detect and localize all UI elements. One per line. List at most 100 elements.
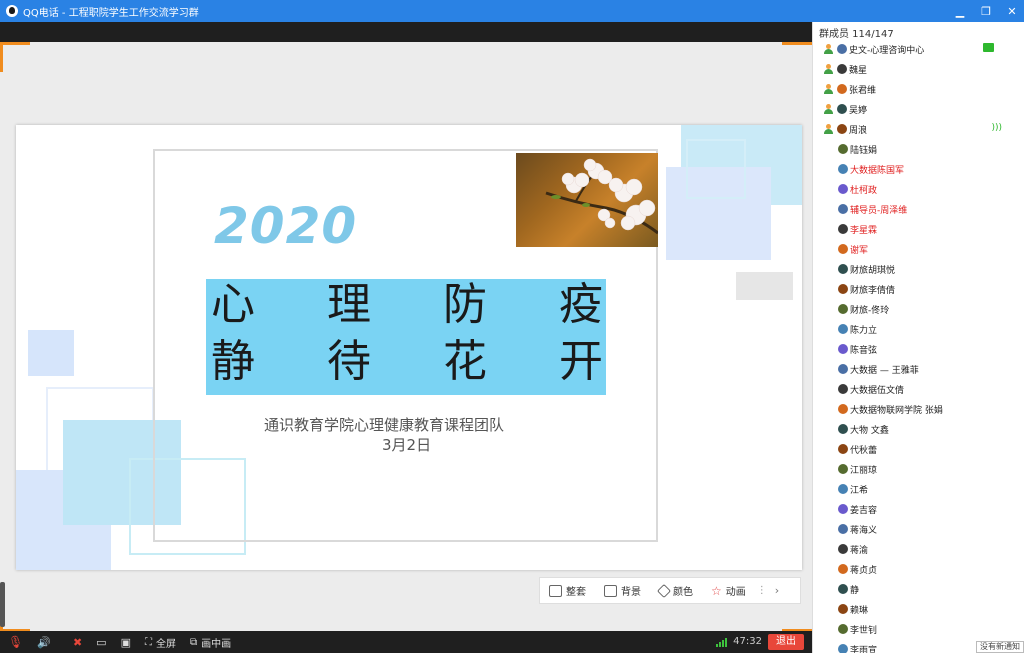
speaker-button[interactable]: 🔊 xyxy=(37,636,51,649)
side-scroll-handle[interactable] xyxy=(0,582,5,627)
member-count: 群成员 114/147 xyxy=(819,29,894,40)
animation-label: 动画 xyxy=(725,587,746,598)
member-list: 史文-心理咨询中心 魏星 张君维 吴婷 周浪))) 陆钰娟 大数据陈国军杜柯政辅导员-周泽维… xyxy=(813,39,1024,653)
close-button[interactable]: ✕ xyxy=(1006,5,1018,18)
whiteboard-button[interactable]: ▣ xyxy=(121,636,131,649)
member-name: 谢军 xyxy=(850,245,869,256)
member-item[interactable]: 魏星 xyxy=(813,59,1024,79)
member-item[interactable]: 赖琳 xyxy=(813,599,1024,619)
member-item[interactable]: 史文-心理咨询中心 xyxy=(813,39,1024,59)
video-area: 2020 心 理 防 疫 静 待 花 开 通识教育学院心理健康教育课程团队 3月… xyxy=(0,22,812,632)
member-item[interactable]: 代秋蕾 xyxy=(813,439,1024,459)
avatar xyxy=(838,424,848,434)
camera-off-icon: ✖ xyxy=(72,635,83,649)
speaker-status-icon xyxy=(823,83,834,95)
restore-button[interactable]: ❐ xyxy=(980,5,992,18)
share-screen-button[interactable]: ▭ xyxy=(96,636,106,649)
member-item[interactable]: 财旅李倩倩 xyxy=(813,279,1024,299)
member-item[interactable]: 财旅-佟玲 xyxy=(813,299,1024,319)
member-item[interactable]: 陈音弦 xyxy=(813,339,1024,359)
notification-status[interactable]: 没有新通知 xyxy=(976,641,1024,653)
headline-char: 防 xyxy=(443,279,487,330)
avatar xyxy=(838,264,848,274)
member-item[interactable]: 蒋海义 xyxy=(813,519,1024,539)
member-item[interactable]: 李世钊 xyxy=(813,619,1024,639)
member-item[interactable]: 陈力立 xyxy=(813,319,1024,339)
avatar xyxy=(838,164,848,174)
member-name: 姜吉容 xyxy=(850,505,878,516)
minimize-button[interactable]: ▁ xyxy=(954,5,966,18)
member-name: 蒋贞贞 xyxy=(850,565,878,576)
member-name: 周浪 xyxy=(849,125,868,136)
member-name: 代秋蕾 xyxy=(850,445,878,456)
headline-char: 花 xyxy=(443,336,487,387)
mic-off-icon: 🎙 xyxy=(8,635,24,649)
member-name: 江希 xyxy=(850,485,869,496)
member-item[interactable]: 大数据伍文倩 xyxy=(813,379,1024,399)
speaker-status-icon xyxy=(823,43,834,55)
member-item[interactable]: 张君维 xyxy=(813,79,1024,99)
member-item[interactable]: 大数据 — 王雅菲 xyxy=(813,359,1024,379)
avatar xyxy=(838,324,848,334)
member-item[interactable]: 姜吉容 xyxy=(813,499,1024,519)
member-item[interactable]: 大数据物联网学院 张娟 xyxy=(813,399,1024,419)
color-button[interactable]: 颜色 xyxy=(650,577,702,604)
member-item[interactable]: 谢军 xyxy=(813,239,1024,259)
avatar xyxy=(838,304,848,314)
member-name: 李星霖 xyxy=(850,225,878,236)
member-item[interactable]: 周浪))) xyxy=(813,119,1024,139)
member-item[interactable]: 蒋渝 xyxy=(813,539,1024,559)
member-item[interactable]: 陆钰娟 xyxy=(813,139,1024,159)
member-name: 陈音弦 xyxy=(850,345,878,356)
avatar xyxy=(838,364,848,374)
member-panel: 群成员 114/147 史文-心理咨询中心 魏星 张君维 吴婷 周浪))) 陆钰娟 大数据陈… xyxy=(812,22,1024,653)
paint-bucket-icon xyxy=(656,583,672,598)
screen-share-icon: ▭ xyxy=(96,635,107,649)
frame-corner xyxy=(0,42,30,45)
fullscreen-button[interactable]: ⛶ 全屏 xyxy=(145,635,176,650)
background-button[interactable]: 背景 xyxy=(595,577,650,604)
member-item[interactable]: 财旅胡琪悦 xyxy=(813,259,1024,279)
more-icon[interactable]: ⋮ xyxy=(757,585,767,596)
set-button[interactable]: 整套 xyxy=(540,577,595,604)
exit-button[interactable]: 退出 xyxy=(768,634,804,650)
member-item[interactable]: 江希 xyxy=(813,479,1024,499)
member-name: 蒋渝 xyxy=(850,545,869,556)
camera-off-button[interactable]: ✖ xyxy=(73,636,82,649)
member-item[interactable]: 大数据陈国军 xyxy=(813,159,1024,179)
member-name: 辅导员-周泽维 xyxy=(850,205,908,216)
member-name: 大数据伍文倩 xyxy=(850,385,905,396)
member-item[interactable]: 吴婷 xyxy=(813,99,1024,119)
screen-share-icon xyxy=(983,43,994,52)
member-name: 李雨宣 xyxy=(850,645,878,653)
pip-button[interactable]: ⧉ 画中画 xyxy=(190,635,231,650)
member-name: 大物 文鑫 xyxy=(850,425,889,436)
member-item[interactable]: 静 xyxy=(813,579,1024,599)
member-item[interactable]: 江丽琼 xyxy=(813,459,1024,479)
member-item[interactable]: 大物 文鑫 xyxy=(813,419,1024,439)
headline-char: 开 xyxy=(559,336,603,387)
animation-button[interactable]: ☆ 动画 xyxy=(702,577,755,604)
member-name: 杜柯政 xyxy=(850,185,878,196)
next-arrow-button[interactable]: › xyxy=(775,584,779,597)
avatar xyxy=(838,624,848,634)
call-control-bar: 🎙 🔊 ✖ ▭ ▣ ⛶ 全屏 ⧉ 画中画 47:32 退出 xyxy=(0,631,812,653)
member-item[interactable]: 蒋贞贞 xyxy=(813,559,1024,579)
background-label: 背景 xyxy=(621,587,641,598)
member-item[interactable]: 杜柯政 xyxy=(813,179,1024,199)
star-icon: ☆ xyxy=(711,583,722,598)
avatar xyxy=(838,484,848,494)
color-label: 颜色 xyxy=(673,587,693,598)
member-item[interactable]: 辅导员-周泽维 xyxy=(813,199,1024,219)
avatar xyxy=(838,284,848,294)
member-item[interactable]: 李星霖 xyxy=(813,219,1024,239)
frame-corner xyxy=(782,42,812,45)
avatar xyxy=(838,504,848,514)
avatar xyxy=(838,564,848,574)
blossom-photo xyxy=(516,153,658,247)
member-name: 财旅-佟玲 xyxy=(850,305,890,316)
fullscreen-label: 全屏 xyxy=(155,638,176,650)
deco-square xyxy=(686,139,746,199)
avatar xyxy=(838,404,848,414)
mute-mic-button[interactable]: 🎙 xyxy=(8,635,23,649)
